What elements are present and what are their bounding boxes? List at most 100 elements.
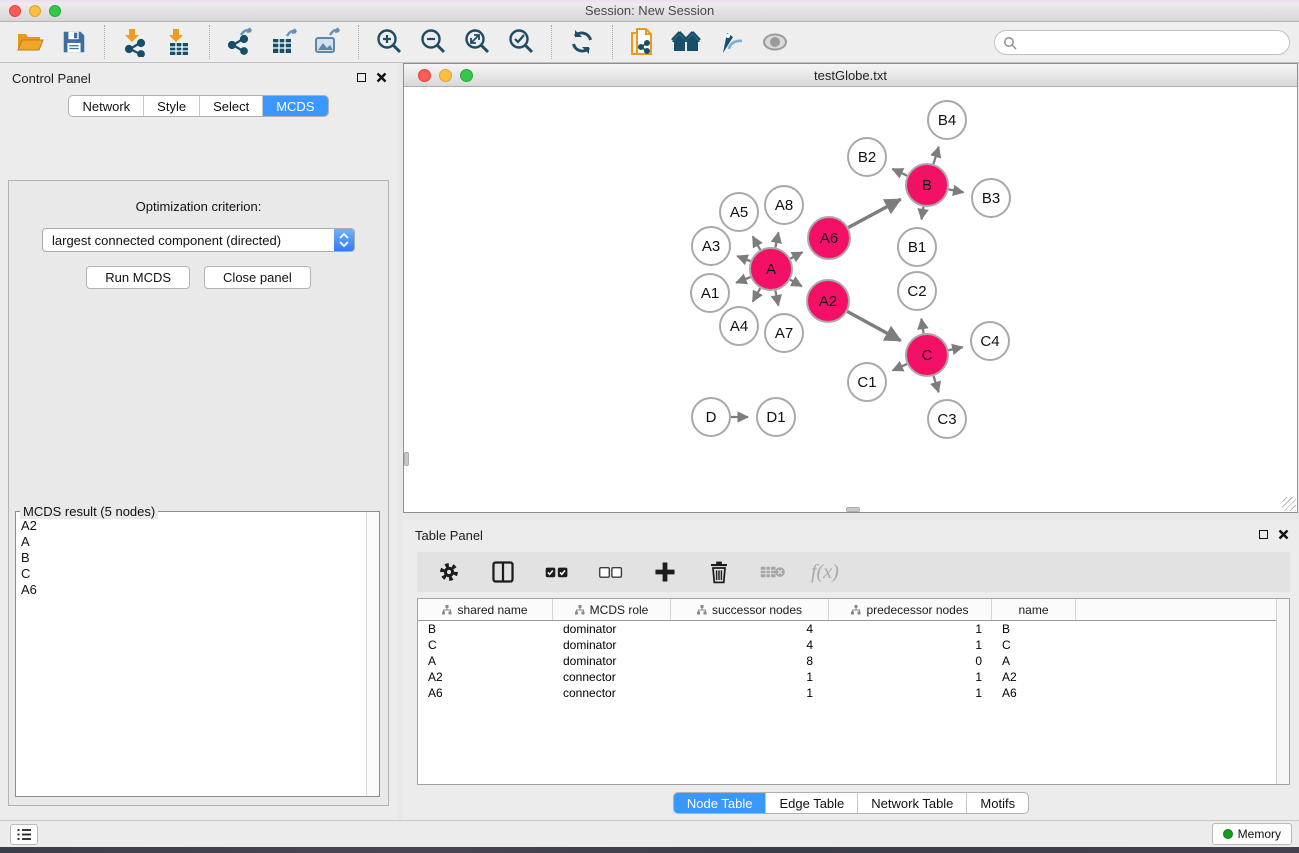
zoom-in-icon[interactable]: [373, 26, 405, 58]
node-A8[interactable]: A8: [765, 186, 803, 224]
apply-style-icon[interactable]: [715, 26, 747, 58]
cell-shared_name[interactable]: B: [418, 621, 553, 637]
node-C2[interactable]: C2: [898, 272, 936, 310]
cell-mcds_role[interactable]: dominator: [553, 621, 671, 637]
show-columns-icon[interactable]: [487, 556, 519, 588]
search-input[interactable]: [1017, 35, 1289, 50]
cell-mcds_role[interactable]: connector: [553, 669, 671, 685]
select-all-columns-icon[interactable]: [541, 556, 573, 588]
mcds-result-item[interactable]: A2: [18, 518, 365, 534]
new-network-from-selection-icon[interactable]: [627, 26, 659, 58]
tab-network[interactable]: Network: [69, 96, 143, 116]
node-C[interactable]: C: [906, 334, 948, 376]
cell-mcds_role[interactable]: dominator: [553, 653, 671, 669]
table-tab-edge-table[interactable]: Edge Table: [765, 793, 857, 813]
close-panel-icon[interactable]: [376, 72, 387, 83]
table-tab-network-table[interactable]: Network Table: [857, 793, 966, 813]
cell-successor_nodes[interactable]: 1: [671, 685, 829, 701]
hide-details-eye-icon[interactable]: [759, 26, 791, 58]
edge-C-C2[interactable]: [921, 319, 923, 334]
edge-A-A3[interactable]: [737, 256, 750, 261]
cell-shared_name[interactable]: A2: [418, 669, 553, 685]
table-row[interactable]: A6connector11A6: [418, 685, 1289, 701]
column-header-shared-name[interactable]: shared name: [418, 599, 553, 620]
table-options-gear-icon[interactable]: [433, 556, 465, 588]
edge-A2-C[interactable]: [847, 312, 900, 341]
create-column-plus-icon[interactable]: [649, 556, 681, 588]
node-C4[interactable]: C4: [971, 322, 1009, 360]
node-C3[interactable]: C3: [928, 400, 966, 438]
import-network-icon[interactable]: [119, 26, 151, 58]
cell-name[interactable]: B: [992, 621, 1076, 637]
edge-C-C3[interactable]: [934, 376, 939, 392]
node-A5[interactable]: A5: [720, 193, 758, 231]
close-panel-button[interactable]: Close panel: [204, 266, 311, 289]
task-history-button[interactable]: [10, 824, 38, 845]
edge-A-A2[interactable]: [790, 280, 802, 287]
mcds-result-item[interactable]: A6: [18, 582, 365, 598]
edge-C-C1[interactable]: [893, 364, 907, 370]
cell-shared_name[interactable]: A: [418, 653, 553, 669]
zoom-selected-icon[interactable]: [505, 26, 537, 58]
node-A2[interactable]: A2: [807, 280, 849, 322]
export-network-icon[interactable]: [224, 26, 256, 58]
resize-grip-icon[interactable]: [1282, 497, 1296, 511]
table-row[interactable]: Bdominator41B: [418, 621, 1289, 637]
float-table-panel-icon[interactable]: [1259, 530, 1268, 539]
table-tab-node-table[interactable]: Node Table: [674, 793, 766, 813]
open-session-icon[interactable]: [14, 26, 46, 58]
memory-button[interactable]: Memory: [1212, 823, 1292, 845]
node-A1[interactable]: A1: [691, 274, 729, 312]
cell-name[interactable]: C: [992, 637, 1076, 653]
node-B3[interactable]: B3: [972, 179, 1010, 217]
cell-successor_nodes[interactable]: 1: [671, 669, 829, 685]
refresh-icon[interactable]: [566, 26, 598, 58]
tab-select[interactable]: Select: [199, 96, 262, 116]
mcds-result-item[interactable]: A: [18, 534, 365, 550]
result-scrollbar[interactable]: [366, 512, 379, 796]
network-window-titlebar[interactable]: testGlobe.txt: [404, 64, 1297, 87]
mcds-result-list[interactable]: A2ABCA6: [18, 518, 365, 794]
run-mcds-button[interactable]: Run MCDS: [86, 266, 190, 289]
node-A6[interactable]: A6: [808, 217, 850, 259]
table-row[interactable]: Adominator80A: [418, 653, 1289, 669]
column-header-predecessor-nodes[interactable]: predecessor nodes: [829, 599, 992, 620]
tab-mcds[interactable]: MCDS: [262, 96, 327, 116]
zoom-out-icon[interactable]: [417, 26, 449, 58]
node-A3[interactable]: A3: [692, 227, 730, 265]
edge-B-B4[interactable]: [933, 147, 938, 164]
node-B4[interactable]: B4: [928, 101, 966, 139]
edge-B-B3[interactable]: [949, 189, 964, 192]
node-B[interactable]: B: [906, 164, 948, 206]
save-session-icon[interactable]: [58, 26, 90, 58]
column-header-name[interactable]: name: [992, 599, 1076, 620]
cell-successor_nodes[interactable]: 8: [671, 653, 829, 669]
cell-successor_nodes[interactable]: 4: [671, 637, 829, 653]
column-header-successor-nodes[interactable]: successor nodes: [671, 599, 829, 620]
cell-predecessor_nodes[interactable]: 0: [829, 653, 992, 669]
cell-predecessor_nodes[interactable]: 1: [829, 669, 992, 685]
edge-A-A4[interactable]: [753, 288, 761, 301]
table-scrollbar[interactable]: [1276, 599, 1289, 784]
cell-mcds_role[interactable]: connector: [553, 685, 671, 701]
network-canvas[interactable]: B4B2BB3A5A8A6A3AB1A1A2C2A4A7C4CC1DD1C3: [404, 87, 1297, 512]
edge-A-A8[interactable]: [775, 232, 778, 247]
criterion-dropdown[interactable]: largest connected component (directed): [42, 228, 355, 252]
cell-successor_nodes[interactable]: 4: [671, 621, 829, 637]
node-D1[interactable]: D1: [757, 398, 795, 436]
edge-B-B1[interactable]: [921, 207, 923, 220]
mcds-result-item[interactable]: C: [18, 566, 365, 582]
deselect-all-columns-icon[interactable]: [595, 556, 627, 588]
cell-name[interactable]: A6: [992, 685, 1076, 701]
delete-columns-trash-icon[interactable]: [703, 556, 735, 588]
export-table-icon[interactable]: [268, 26, 300, 58]
mcds-result-item[interactable]: B: [18, 550, 365, 566]
node-D[interactable]: D: [692, 398, 730, 436]
zoom-fit-icon[interactable]: [461, 26, 493, 58]
node-A7[interactable]: A7: [765, 314, 803, 352]
table-row[interactable]: Cdominator41C: [418, 637, 1289, 653]
search-field[interactable]: [994, 30, 1290, 55]
edge-A-A6[interactable]: [790, 252, 802, 258]
node-A4[interactable]: A4: [720, 307, 758, 345]
import-table-icon[interactable]: [163, 26, 195, 58]
